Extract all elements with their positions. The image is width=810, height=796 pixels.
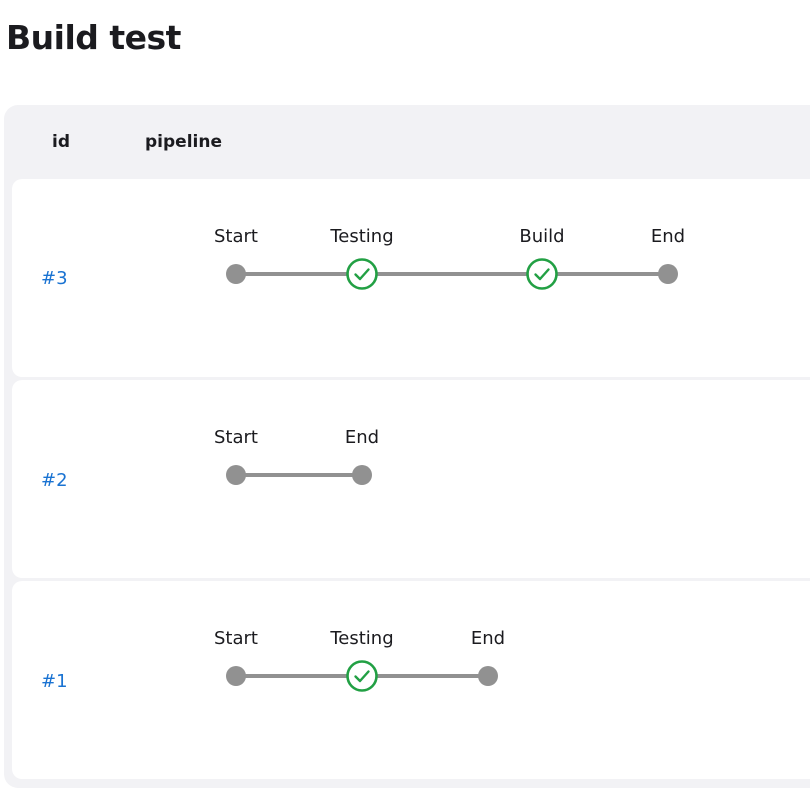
stage-label: Start [214,628,258,649]
stage-label: Testing [330,628,394,649]
end-node-icon[interactable] [352,465,372,485]
check-circle-icon[interactable] [346,660,378,692]
column-header-pipeline[interactable]: pipeline [145,131,222,153]
start-node-icon[interactable] [226,264,246,284]
table-row: #2 Start End [12,380,810,578]
end-node-icon[interactable] [478,666,498,686]
table-row: #1 Start Testing End [12,581,810,779]
check-circle-icon[interactable] [526,258,558,290]
pipeline-track [236,473,362,477]
stage-label: Start [214,226,258,247]
pipeline-graph: Start End [12,380,810,578]
stage-label: End [470,628,506,649]
table-row: #3 Start Testing Build End [12,179,810,377]
pipeline-track [236,272,668,276]
stage-label: Testing [330,226,394,247]
stage-label: Build [519,226,565,247]
check-circle-icon[interactable] [346,258,378,290]
start-node-icon[interactable] [226,666,246,686]
start-node-icon[interactable] [226,465,246,485]
table-header: id pipeline [4,105,810,179]
page-title: Build test [6,18,181,57]
stage-label: End [344,427,380,448]
end-node-icon[interactable] [658,264,678,284]
builds-table: id pipeline #3 Start Testing Build End #2 S… [4,105,810,788]
pipeline-graph: Start Testing End [12,581,810,779]
column-header-id[interactable]: id [52,131,70,153]
stage-label: End [650,226,686,247]
pipeline-graph: Start Testing Build End [12,179,810,377]
stage-label: Start [214,427,258,448]
